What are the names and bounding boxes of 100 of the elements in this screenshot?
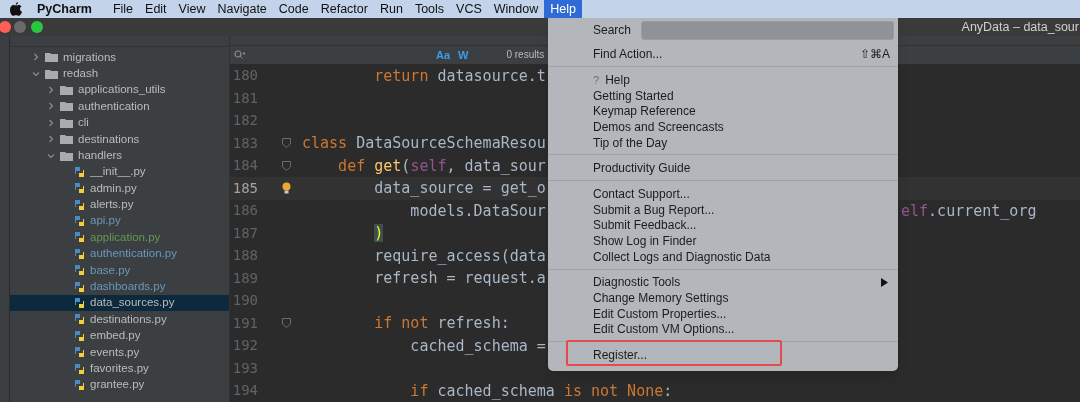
python-file-icon	[74, 313, 85, 326]
menu-bar-item[interactable]: Tools	[408, 0, 451, 18]
tree-item[interactable]: favorites.py	[10, 360, 229, 377]
python-file-icon	[74, 362, 85, 375]
menu-bar-item[interactable]: VCS	[450, 0, 488, 18]
tree-item-label: __init__.py	[90, 164, 146, 180]
tree-item-label: favorites.py	[90, 361, 149, 376]
menu-item[interactable]: Demos and Screencasts	[548, 119, 898, 135]
menu-bar-item[interactable]: Refactor	[314, 0, 374, 18]
tree-item-label: migrations	[63, 49, 117, 65]
python-file-icon	[74, 165, 85, 178]
python-file-icon	[74, 182, 85, 195]
menu-bar-item[interactable]: Edit	[139, 0, 173, 18]
zoom-window-button[interactable]	[31, 21, 43, 33]
menu-bar-item[interactable]: View	[172, 0, 212, 18]
menu-item[interactable]: Getting Started	[548, 87, 898, 104]
folder-icon	[60, 101, 73, 112]
folder-icon	[45, 52, 58, 63]
line-number: 180	[231, 66, 258, 86]
code-text: if cached_schema is not None:	[409, 381, 673, 400]
tree-item-label: admin.py	[90, 180, 137, 196]
minimize-window-button[interactable]	[14, 21, 26, 33]
line-number: 191	[231, 313, 258, 333]
menu-item[interactable]: Find Action... ⇧⌘A	[548, 42, 898, 66]
tree-item[interactable]: cli	[10, 114, 229, 131]
fold-icon[interactable]	[282, 138, 291, 149]
menu-item[interactable]: Keymap Reference	[548, 103, 898, 120]
app-menu[interactable]: PyCharm	[37, 0, 92, 19]
tree-item[interactable]: handlers	[10, 147, 229, 164]
code-text: return datasource.t	[373, 66, 546, 85]
search-icon[interactable]	[234, 50, 246, 60]
close-window-button[interactable]	[0, 21, 11, 33]
tree-item[interactable]: authentication	[10, 98, 229, 115]
python-file-icon	[74, 198, 85, 211]
menu-item[interactable]: Diagnostic Tools	[548, 274, 898, 291]
tree-item[interactable]: redash	[10, 65, 229, 82]
tree-item-label: destinations.py	[90, 311, 167, 327]
menu-bar-item[interactable]: Run	[373, 0, 409, 18]
code-text: )	[373, 224, 384, 242]
tree-item[interactable]: alerts.py	[10, 196, 229, 213]
tree-item[interactable]: destinations.py	[10, 311, 229, 328]
tree-item[interactable]: events.py	[10, 344, 229, 361]
line-number: 189	[231, 268, 258, 288]
menu-item[interactable]: Register...	[548, 347, 898, 363]
menu-item[interactable]: Show Log in Finder	[548, 233, 898, 249]
menu-bar-item[interactable]: Help	[544, 0, 582, 18]
tree-item[interactable]: applications_utils	[10, 81, 229, 99]
fold-icon[interactable]	[282, 160, 291, 171]
menu-item[interactable]: Edit Custom VM Options...	[548, 321, 898, 338]
tree-item-label: cli	[78, 115, 89, 131]
shortcut-label: ⇧⌘A	[860, 46, 890, 63]
apple-logo-icon[interactable]	[10, 2, 22, 16]
code-text: refresh = request.a	[373, 269, 546, 287]
line-number: 192	[231, 336, 258, 356]
menu-item[interactable]: Submit Feedback...	[548, 217, 898, 234]
menu-item[interactable]: Change Memory Settings	[548, 290, 898, 306]
menu-item[interactable]: Collect Logs and Diagnostic Data	[548, 248, 898, 265]
line-number: 184	[231, 156, 258, 176]
python-file-icon	[74, 280, 85, 293]
tree-item[interactable]: admin.py	[10, 180, 229, 197]
tree-item[interactable]: api.py	[10, 212, 229, 230]
lightbulb-icon[interactable]	[282, 182, 291, 195]
menu-item[interactable]: Tip of the Day	[548, 134, 898, 151]
match-case-toggle[interactable]: Aa	[436, 46, 451, 64]
menu-item[interactable]: Productivity Guide	[548, 160, 898, 177]
tree-item[interactable]: grantee.py	[10, 376, 229, 394]
search-field[interactable]	[641, 20, 894, 40]
tree-item[interactable]: destinations	[10, 130, 229, 148]
menu-bar-item[interactable]: File	[106, 0, 140, 18]
tree-item[interactable]: __init__.py	[10, 163, 229, 181]
tree-item-label: events.py	[90, 344, 140, 360]
menu-bar-item[interactable]: Window	[487, 0, 545, 18]
tree-item-label: application.py	[90, 229, 161, 245]
tree-item[interactable]: embed.py	[10, 327, 229, 345]
menu-bar-item[interactable]: Navigate	[211, 0, 273, 18]
code-text: require_access(data	[373, 246, 546, 265]
code-text: class DataSourceSchemaResou	[302, 134, 546, 152]
menu-bar-item[interactable]: Code	[272, 0, 315, 18]
tree-item[interactable]: migrations	[10, 49, 229, 66]
folder-icon	[45, 68, 58, 79]
menu-item[interactable]: Submit a Bug Report...	[548, 201, 898, 218]
line-number: 188	[231, 246, 258, 266]
tree-item-label: authentication.py	[90, 246, 177, 262]
line-number: 193	[231, 358, 258, 378]
tree-item-label: dashboards.py	[90, 279, 166, 295]
fold-icon[interactable]	[282, 318, 291, 329]
menu-item[interactable]: Edit Custom Properties...	[548, 305, 898, 322]
line-number: 181	[231, 88, 258, 108]
tree-item-label: data_sources.py	[90, 295, 175, 311]
python-file-icon	[74, 247, 85, 260]
python-file-icon	[74, 215, 85, 228]
line-number: 190	[231, 291, 258, 311]
tree-item-label: grantee.py	[90, 377, 145, 393]
tree-item-label: authentication	[78, 98, 150, 114]
menu-item[interactable]: Contact Support...	[548, 186, 898, 202]
tree-item[interactable]: data_sources.py	[10, 294, 229, 312]
python-file-icon	[74, 329, 85, 342]
menu-item[interactable]: ? Help	[548, 72, 898, 88]
python-file-icon	[74, 346, 85, 359]
whole-word-toggle[interactable]: W	[458, 46, 469, 64]
